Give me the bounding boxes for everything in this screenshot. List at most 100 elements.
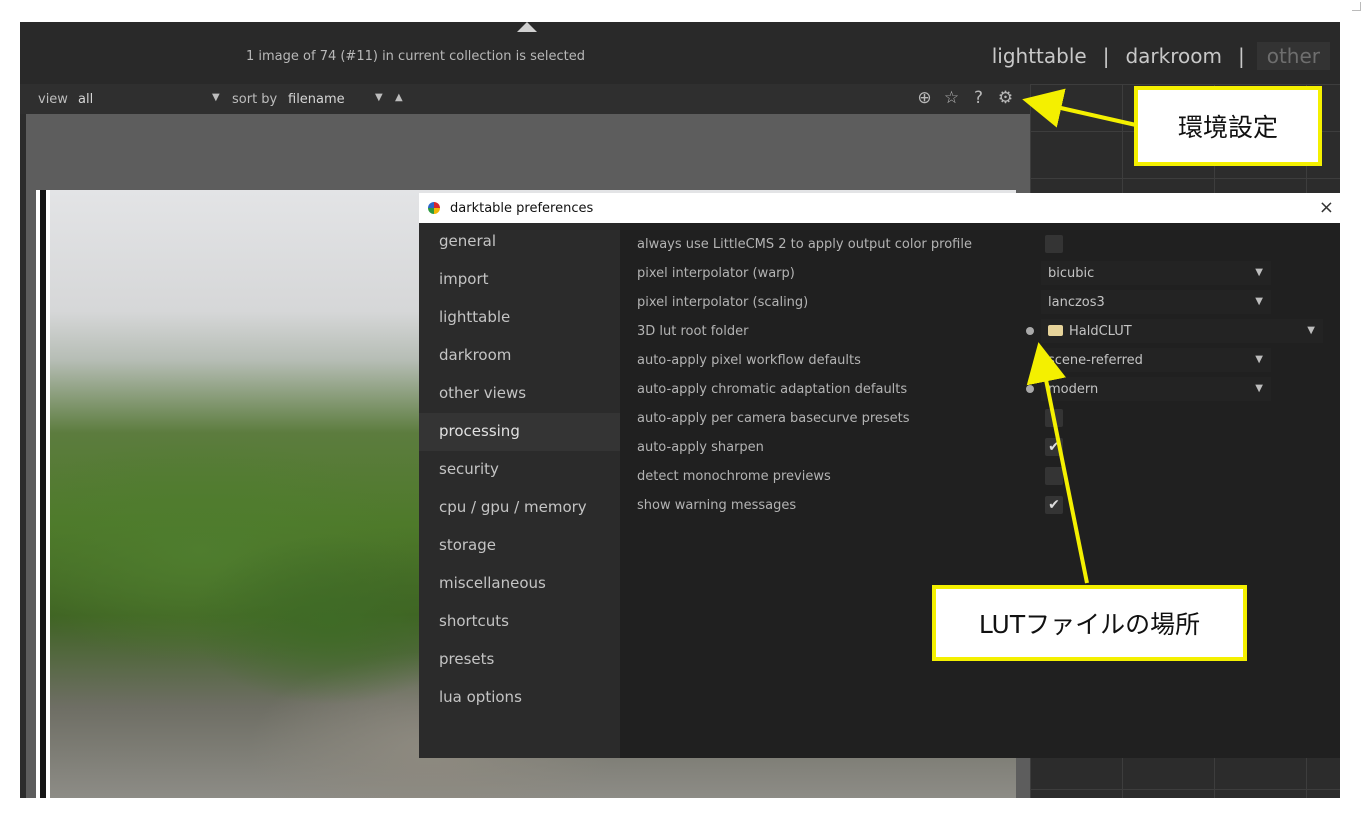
setting-label: auto-apply chromatic adaptation defaults (637, 382, 908, 397)
nav-general[interactable]: general (419, 223, 620, 261)
chromatic-adaptation-select[interactable]: modern ▼ (1041, 377, 1271, 401)
view-filter-value[interactable]: all (78, 92, 93, 107)
warp-interpolator-select[interactable]: bicubic ▼ (1041, 261, 1271, 285)
setting-row: detect monochrome previews (620, 462, 1340, 490)
preferences-content: always use LittleCMS 2 to apply output c… (620, 223, 1340, 758)
nav-label: lighttable (439, 308, 511, 326)
lut-folder-chooser[interactable]: HaldCLUT ▼ (1041, 319, 1323, 343)
setting-label: show warning messages (637, 498, 797, 513)
grouping-icon[interactable]: ⊕ (915, 88, 934, 108)
nav-label: general (439, 232, 497, 250)
folder-icon (1048, 325, 1063, 336)
nav-darkroom[interactable]: darkroom (419, 337, 620, 375)
sort-label: sort by (232, 92, 278, 107)
view-other[interactable]: other (1256, 42, 1330, 70)
setting-label: pixel interpolator (warp) (637, 266, 795, 281)
nav-label: storage (439, 536, 496, 554)
header-icons: ⊕ ☆ ? ⚙ (915, 88, 1015, 108)
select-value: bicubic (1048, 266, 1095, 281)
chevron-down-icon: ▼ (1255, 383, 1263, 394)
setting-label: pixel interpolator (scaling) (637, 295, 809, 310)
chevron-down-icon: ▼ (1255, 296, 1263, 307)
preferences-callout: 環境設定 (1134, 86, 1322, 166)
collapse-top-panel-arrow-icon[interactable] (517, 22, 537, 32)
setting-label: 3D lut root folder (637, 324, 749, 339)
help-icon[interactable]: ? (969, 88, 988, 108)
setting-row: show warning messages ✔ (620, 491, 1340, 519)
nav-label: darkroom (439, 346, 512, 364)
setting-row: auto-apply sharpen ✔ (620, 433, 1340, 461)
nav-cpu-gpu-memory[interactable]: cpu / gpu / memory (419, 489, 620, 527)
setting-row: pixel interpolator (scaling) lanczos3 ▼ (620, 288, 1340, 316)
top-header: 1 image of 74 (#11) in current collectio… (20, 22, 1340, 84)
nav-import[interactable]: import (419, 261, 620, 299)
setting-label: detect monochrome previews (637, 469, 831, 484)
setting-row: auto-apply chromatic adaptation defaults… (620, 375, 1340, 403)
nav-label: import (439, 270, 489, 288)
lut-location-callout: LUTファイルの場所 (932, 585, 1247, 661)
workflow-select[interactable]: scene-referred ▼ (1041, 348, 1271, 372)
nav-label: presets (439, 650, 495, 668)
nav-label: lua options (439, 688, 522, 706)
darktable-logo-icon (428, 202, 440, 214)
nav-lighttable[interactable]: lighttable (419, 299, 620, 337)
select-value: lanczos3 (1048, 295, 1105, 310)
nav-presets[interactable]: presets (419, 641, 620, 679)
modified-indicator-icon (1026, 385, 1034, 393)
setting-label: auto-apply pixel workflow defaults (637, 353, 861, 368)
chevron-down-icon: ▼ (1255, 354, 1263, 365)
view-switcher: lighttable | darkroom | other (984, 42, 1330, 70)
dialog-title: darktable preferences (450, 201, 594, 216)
view-filter-label: view (38, 92, 68, 107)
photo-edge (40, 190, 46, 798)
view-lighttable[interactable]: lighttable (984, 44, 1095, 68)
setting-row: always use LittleCMS 2 to apply output c… (620, 230, 1340, 258)
select-value: modern (1048, 382, 1099, 397)
nav-miscellaneous[interactable]: miscellaneous (419, 565, 620, 603)
nav-label: miscellaneous (439, 574, 546, 592)
select-value: scene-referred (1048, 353, 1143, 368)
sort-value[interactable]: filename (288, 92, 345, 107)
nav-label: processing (439, 422, 520, 440)
nav-other-views[interactable]: other views (419, 375, 620, 413)
chevron-down-icon: ▼ (1255, 267, 1263, 278)
setting-row: 3D lut root folder HaldCLUT ▼ (620, 317, 1340, 345)
close-icon[interactable]: × (1319, 197, 1334, 218)
sharpen-checkbox[interactable]: ✔ (1045, 438, 1063, 456)
preferences-nav: general import lighttable darkroom other… (419, 223, 620, 758)
littlecms-checkbox[interactable] (1045, 235, 1063, 253)
star-icon[interactable]: ☆ (942, 88, 961, 108)
filter-bar: view all ▼ sort by filename ▼ ▲ (20, 84, 1030, 114)
warnings-checkbox[interactable]: ✔ (1045, 496, 1063, 514)
nav-label: shortcuts (439, 612, 509, 630)
monochrome-checkbox[interactable] (1045, 467, 1063, 485)
preferences-dialog: darktable preferences × general import l… (419, 193, 1340, 758)
view-darkroom[interactable]: darkroom (1117, 44, 1230, 68)
view-filter-dropdown-icon[interactable]: ▼ (212, 92, 220, 103)
nav-storage[interactable]: storage (419, 527, 620, 565)
view-separator: | (1237, 44, 1245, 68)
sort-direction-icon[interactable]: ▲ (395, 92, 403, 103)
basecurve-checkbox[interactable] (1045, 409, 1063, 427)
sort-dropdown-icon[interactable]: ▼ (375, 92, 383, 103)
folder-value: HaldCLUT (1048, 324, 1132, 339)
setting-row: auto-apply pixel workflow defaults scene… (620, 346, 1340, 374)
nav-shortcuts[interactable]: shortcuts (419, 603, 620, 641)
setting-row: auto-apply per camera basecurve presets (620, 404, 1340, 432)
setting-label: auto-apply sharpen (637, 440, 764, 455)
nav-label: other views (439, 384, 527, 402)
folder-name: HaldCLUT (1069, 324, 1132, 339)
nav-label: security (439, 460, 499, 478)
view-separator: | (1102, 44, 1110, 68)
setting-label: auto-apply per camera basecurve presets (637, 411, 910, 426)
scaling-interpolator-select[interactable]: lanczos3 ▼ (1041, 290, 1271, 314)
chevron-down-icon: ▼ (1307, 325, 1315, 336)
modified-indicator-icon (1026, 327, 1034, 335)
nav-label: cpu / gpu / memory (439, 498, 587, 516)
selection-status-text: 1 image of 74 (#11) in current collectio… (246, 49, 585, 64)
nav-security[interactable]: security (419, 451, 620, 489)
setting-row: pixel interpolator (warp) bicubic ▼ (620, 259, 1340, 287)
gear-icon[interactable]: ⚙ (996, 88, 1015, 108)
nav-processing[interactable]: processing (419, 413, 620, 451)
nav-lua-options[interactable]: lua options (419, 679, 620, 717)
